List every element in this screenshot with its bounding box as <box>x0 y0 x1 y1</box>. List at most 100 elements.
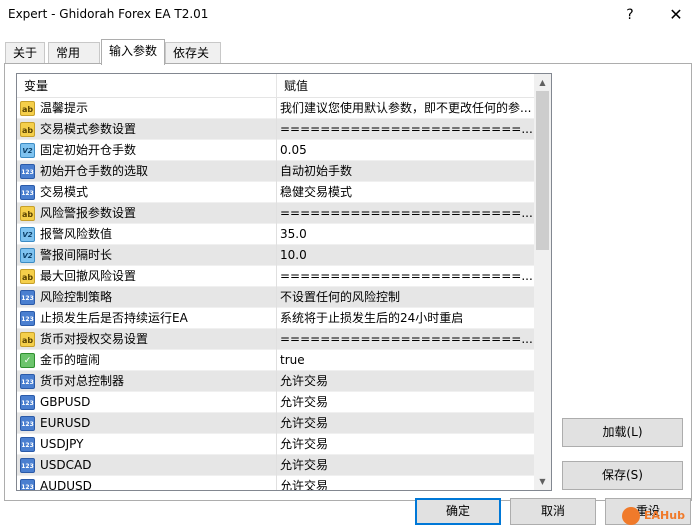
inputs-grid: 变量 赋值 ab 温馨提示 我们建议您使用默认参数，即不更改任何的参... ab 交易模… <box>16 73 552 491</box>
variable-value[interactable]: 自动初始手数 <box>280 161 532 182</box>
ab-string-icon: ab <box>20 122 35 137</box>
column-divider <box>276 455 277 476</box>
scroll-up-icon[interactable]: ▲ <box>534 74 551 91</box>
column-divider <box>276 98 277 119</box>
variable-value[interactable]: 允许交易 <box>280 434 532 455</box>
variable-name: USDJPY <box>40 437 84 451</box>
column-header-value[interactable]: 赋值 <box>277 74 534 98</box>
variable-name: EURUSD <box>40 416 91 430</box>
table-row[interactable]: 123 风险控制策略 不设置任何的风险控制 <box>17 287 534 308</box>
watermark-logo-icon <box>622 507 640 525</box>
column-divider <box>276 308 277 329</box>
table-row[interactable]: 123 USDJPY 允许交易 <box>17 434 534 455</box>
variable-name: USDCAD <box>40 458 92 472</box>
table-row[interactable]: 123 EURUSD 允许交易 <box>17 413 534 434</box>
column-divider <box>276 434 277 455</box>
variable-name: GBPUSD <box>40 395 91 409</box>
variable-name: 交易模式参数设置 <box>40 122 137 136</box>
variable-value[interactable]: 允许交易 <box>280 476 532 490</box>
grid-rows: ab 温馨提示 我们建议您使用默认参数，即不更改任何的参... ab 交易模式参数设置 =… <box>17 98 534 490</box>
save-button[interactable]: 保存(S) <box>562 461 683 490</box>
tab-inputs[interactable]: 输入参数 <box>101 39 165 65</box>
column-divider <box>276 371 277 392</box>
watermark: EAHub <box>622 505 692 527</box>
column-divider <box>276 287 277 308</box>
tab-about[interactable]: 关于 <box>5 42 45 64</box>
variable-value[interactable]: ========================.... <box>280 203 532 224</box>
column-divider <box>276 413 277 434</box>
tab-dependencies[interactable]: 依存关系 <box>165 42 221 80</box>
close-button[interactable]: ✕ <box>662 4 690 26</box>
table-row[interactable]: ✓ 金币的暄闹 true <box>17 350 534 371</box>
ok-button[interactable]: 确定 <box>415 498 501 525</box>
variable-value[interactable]: 35.0 <box>280 224 532 245</box>
variable-value[interactable]: 我们建议您使用默认参数，即不更改任何的参... <box>280 98 532 119</box>
variable-name: 风险警报参数设置 <box>40 206 137 220</box>
variable-name: 警报间隔时长 <box>40 248 113 262</box>
variable-value[interactable]: 系统将于止损发生后的24小时重启 <box>280 308 532 329</box>
variable-value[interactable]: 允许交易 <box>280 413 532 434</box>
variable-value[interactable]: 稳健交易模式 <box>280 182 532 203</box>
variable-value[interactable]: 允许交易 <box>280 392 532 413</box>
scroll-down-icon[interactable]: ▼ <box>534 473 551 490</box>
table-row[interactable]: 123 交易模式 稳健交易模式 <box>17 182 534 203</box>
ab-string-icon: ab <box>20 101 35 116</box>
variable-value[interactable]: 0.05 <box>280 140 532 161</box>
v2-double-icon: V2 <box>20 143 35 158</box>
column-divider <box>276 266 277 287</box>
table-row[interactable]: ab 风险警报参数设置 ========================.... <box>17 203 534 224</box>
table-row[interactable]: ab 货币对授权交易设置 ========================.... <box>17 329 534 350</box>
variable-name: 交易模式 <box>40 185 89 199</box>
tab-common[interactable]: 常用 <box>48 42 100 64</box>
variable-value[interactable]: 允许交易 <box>280 371 532 392</box>
table-row[interactable]: ab 温馨提示 我们建议您使用默认参数，即不更改任何的参... <box>17 98 534 119</box>
column-divider <box>276 329 277 350</box>
123-enum-icon: 123 <box>20 479 35 490</box>
table-row[interactable]: 123 GBPUSD 允许交易 <box>17 392 534 413</box>
cancel-button[interactable]: 取消 <box>510 498 596 525</box>
123-enum-icon: 123 <box>20 416 35 431</box>
variable-value[interactable]: ========================.... <box>280 329 532 350</box>
variable-value[interactable]: 允许交易 <box>280 455 532 476</box>
vertical-scrollbar[interactable]: ▲ ▼ <box>534 74 551 490</box>
table-row[interactable]: V2 警报间隔时长 10.0 <box>17 245 534 266</box>
tab-bar: 关于 常用 输入参数 依存关系 <box>0 38 695 80</box>
variable-name: 风险控制策略 <box>40 290 113 304</box>
table-row[interactable]: V2 固定初始开仓手数 0.05 <box>17 140 534 161</box>
variable-value[interactable]: 不设置任何的风险控制 <box>280 287 532 308</box>
table-row[interactable]: 123 初始开仓手数的选取 自动初始手数 <box>17 161 534 182</box>
bool-icon: ✓ <box>20 353 35 368</box>
column-divider <box>276 476 277 490</box>
ab-string-icon: ab <box>20 332 35 347</box>
table-row[interactable]: ab 最大回撤风险设置 ========================.... <box>17 266 534 287</box>
123-enum-icon: 123 <box>20 164 35 179</box>
column-divider <box>276 224 277 245</box>
table-row[interactable]: 123 AUDUSD 允许交易 <box>17 476 534 490</box>
table-row[interactable]: 123 止损发生后是否持续运行EA 系统将于止损发生后的24小时重启 <box>17 308 534 329</box>
column-divider <box>276 182 277 203</box>
column-divider <box>276 350 277 371</box>
123-enum-icon: 123 <box>20 458 35 473</box>
window-title: Expert - Ghidorah Forex EA T2.01 <box>8 7 209 21</box>
column-divider <box>276 203 277 224</box>
variable-value[interactable]: true <box>280 350 532 371</box>
scroll-thumb[interactable] <box>536 91 549 250</box>
column-header-variable[interactable]: 变量 <box>17 74 277 98</box>
variable-value[interactable]: ========================.... <box>280 266 532 287</box>
table-row[interactable]: V2 报警风险数值 35.0 <box>17 224 534 245</box>
variable-name: 货币对授权交易设置 <box>40 332 149 346</box>
variable-value[interactable]: 10.0 <box>280 245 532 266</box>
load-button[interactable]: 加载(L) <box>562 418 683 447</box>
watermark-text: EAHub <box>644 509 685 522</box>
table-row[interactable]: ab 交易模式参数设置 ========================.... <box>17 119 534 140</box>
table-row[interactable]: 123 货币对总控制器 允许交易 <box>17 371 534 392</box>
123-enum-icon: 123 <box>20 437 35 452</box>
help-button[interactable]: ? <box>616 4 644 26</box>
variable-name: 止损发生后是否持续运行EA <box>40 311 188 325</box>
variable-value[interactable]: ========================.... <box>280 119 532 140</box>
ab-string-icon: ab <box>20 206 35 221</box>
column-divider <box>276 392 277 413</box>
table-row[interactable]: 123 USDCAD 允许交易 <box>17 455 534 476</box>
variable-name: 报警风险数值 <box>40 227 113 241</box>
ab-string-icon: ab <box>20 269 35 284</box>
